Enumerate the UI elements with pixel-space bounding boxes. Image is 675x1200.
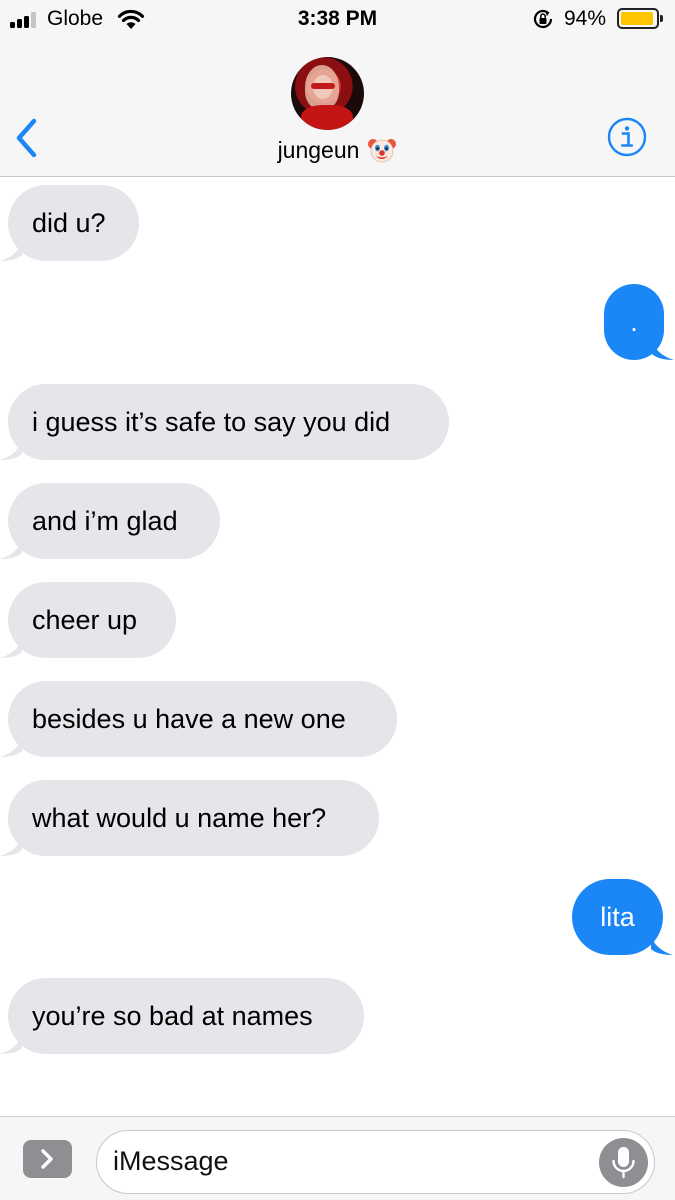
message-input-bar — [0, 1116, 675, 1200]
incoming-message[interactable]: did u? — [0, 185, 139, 261]
message-text: and i’m glad — [32, 506, 178, 536]
message-text: lita — [600, 902, 635, 932]
message-text: what would u name her? — [32, 803, 327, 833]
info-icon[interactable] — [607, 117, 647, 157]
expand-apps-button[interactable] — [23, 1140, 72, 1178]
incoming-message[interactable]: besides u have a new one — [0, 681, 397, 757]
contact-name: jungeun — [277, 136, 360, 163]
message-text: did u? — [32, 208, 106, 238]
chevron-right-icon — [41, 1149, 53, 1169]
message-text: besides u have a new one — [32, 704, 346, 734]
message-text: you’re so bad at names — [32, 1001, 313, 1031]
conversation-header: jungeun — [0, 40, 675, 177]
microphone-button[interactable] — [599, 1138, 648, 1187]
microphone-icon — [612, 1147, 635, 1179]
battery-level-fill — [621, 12, 653, 25]
incoming-message[interactable]: you’re so bad at names — [0, 978, 364, 1054]
message-text: . — [630, 307, 638, 337]
incoming-message[interactable]: what would u name her? — [0, 780, 379, 856]
incoming-message[interactable]: cheer up — [0, 582, 176, 658]
battery-icon — [617, 8, 663, 29]
status-bar: Globe 3:38 PM 94% — [0, 0, 675, 40]
message-text: cheer up — [32, 605, 138, 635]
message-thread[interactable]: did u? . i guess it’s safe to say you di… — [0, 178, 675, 1116]
message-text: i guess it’s safe to say you did — [32, 407, 391, 437]
outgoing-message[interactable]: lita — [572, 879, 673, 955]
battery-percent: 94% — [564, 7, 607, 30]
incoming-message[interactable]: i guess it’s safe to say you did — [0, 384, 449, 460]
avatar[interactable] — [291, 57, 364, 130]
clown-face-emoji-icon — [368, 138, 397, 163]
message-field[interactable] — [96, 1130, 655, 1194]
contact-name-row[interactable]: jungeun — [0, 133, 675, 165]
imessage-input[interactable] — [113, 1131, 583, 1192]
outgoing-message[interactable]: . — [604, 284, 674, 360]
rotation-lock-icon — [533, 9, 553, 29]
incoming-message[interactable]: and i’m glad — [0, 483, 220, 559]
